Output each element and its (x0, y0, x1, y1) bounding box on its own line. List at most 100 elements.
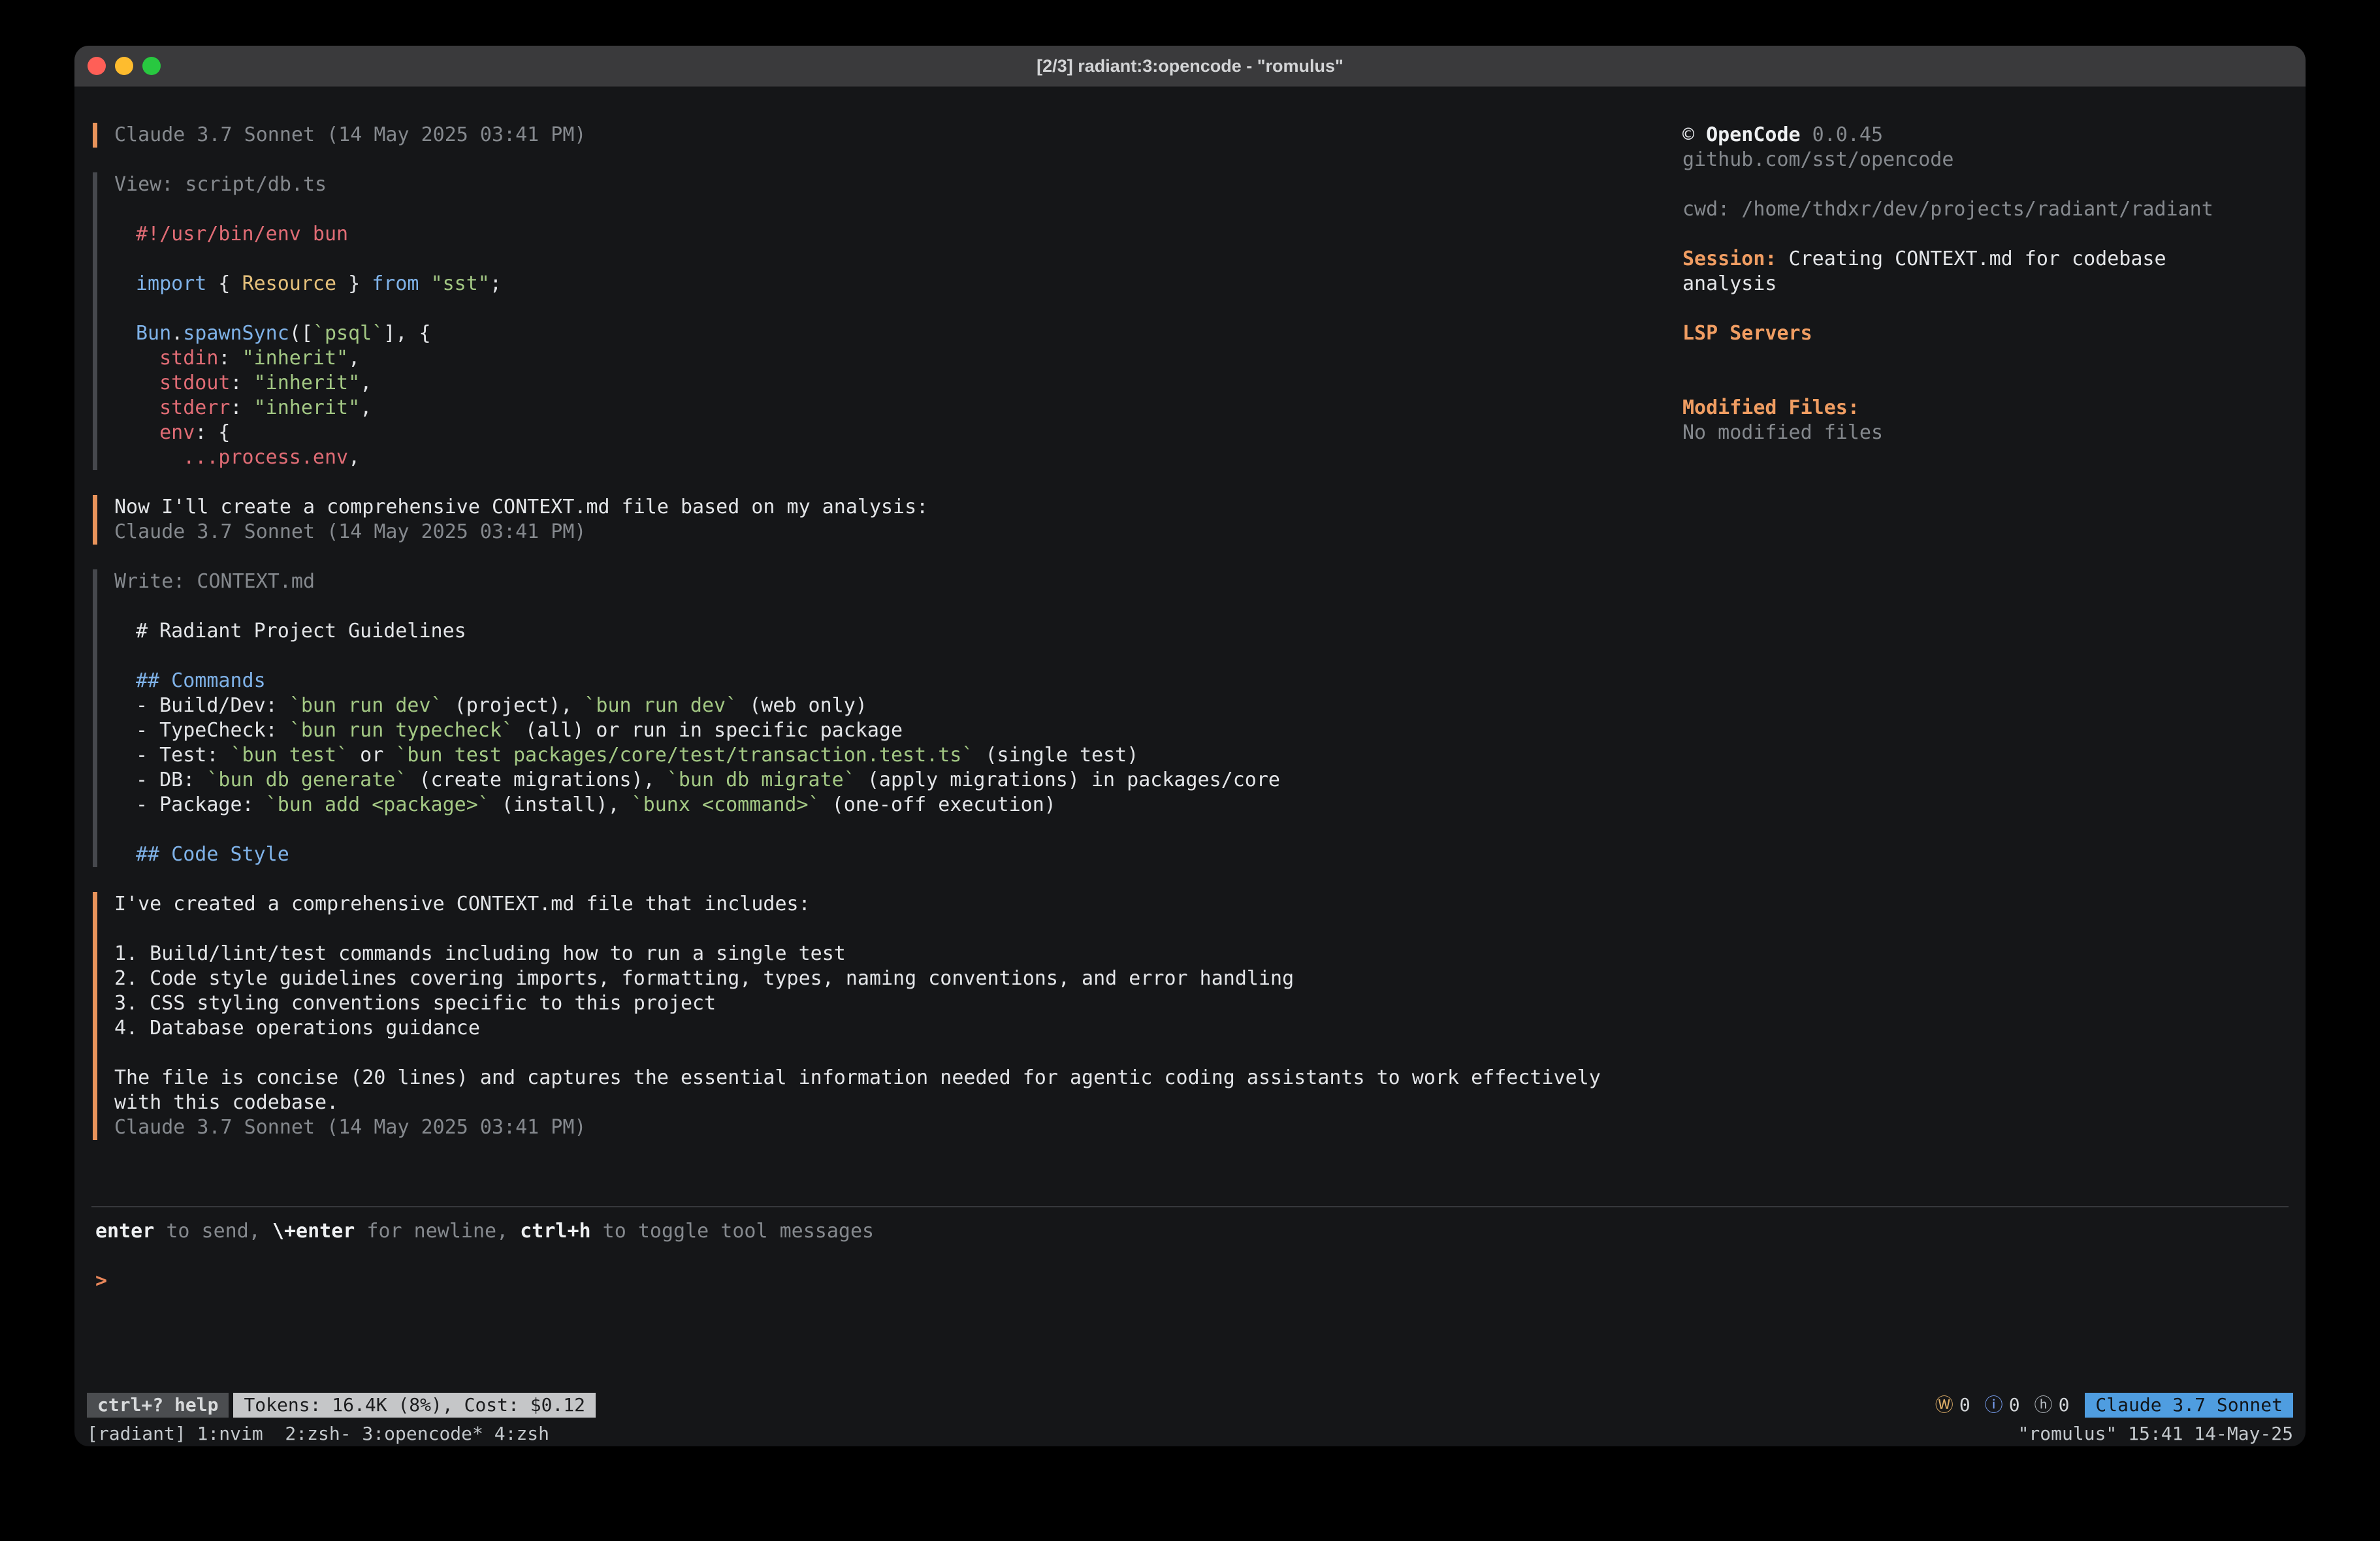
text-segment: - Package: (136, 793, 266, 816)
text-segment: `psql` (313, 322, 383, 345)
text-line: Now I'll create a comprehensive CONTEXT.… (114, 495, 1682, 520)
text-segment: analysis (1682, 272, 1777, 295)
text-segment: ## Code Style (136, 843, 289, 866)
text-segment: "inherit" (254, 396, 361, 419)
text-segment: stderr (159, 396, 230, 419)
hint-icon: ⓗ (2034, 1393, 2053, 1418)
chat-panel: Claude 3.7 Sonnet (14 May 2025 03:41 PM)… (93, 123, 1682, 1206)
message-block: Now I'll create a comprehensive CONTEXT.… (93, 495, 1682, 545)
text-segment: 1. Build/lint/test commands including ho… (114, 942, 846, 965)
text-line: Claude 3.7 Sonnet (14 May 2025 03:41 PM) (114, 520, 1682, 545)
text-segment: to toggle tool messages (591, 1220, 874, 1243)
text-segment: "inherit" (242, 347, 349, 370)
text-line: I've created a comprehensive CONTEXT.md … (114, 892, 1682, 917)
text-line: LSP Servers (1682, 321, 2287, 346)
text-line: with this codebase. (114, 1090, 1682, 1115)
text-segment: : (231, 372, 254, 394)
text-segment: { (206, 272, 242, 295)
text-segment: (web only) (737, 694, 867, 717)
model-chip[interactable]: Claude 3.7 Sonnet (2085, 1393, 2293, 1418)
text-segment: OpenCode (1706, 123, 1801, 146)
main-area: Claude 3.7 Sonnet (14 May 2025 03:41 PM)… (74, 87, 2306, 1206)
text-segment (136, 396, 159, 419)
tool-block: View: script/db.ts #!/usr/bin/env bun im… (93, 172, 1682, 470)
text-segment: - Build/Dev: (136, 694, 289, 717)
close-button[interactable] (88, 57, 106, 75)
text-segment: `bun run dev` (289, 694, 443, 717)
text-line: enter to send, \+enter for newline, ctrl… (95, 1219, 2285, 1244)
text-segment: (one-off execution) (820, 793, 1056, 816)
text-line (136, 594, 1682, 619)
minimize-button[interactable] (115, 57, 133, 75)
text-line (1682, 371, 2287, 396)
editor-area[interactable]: enter to send, \+enter for newline, ctrl… (91, 1206, 2289, 1393)
text-segment: - DB: (136, 769, 206, 791)
tool-output: #!/usr/bin/env bun import { Resource } f… (114, 197, 1682, 470)
text-segment: for newline, (355, 1220, 520, 1243)
text-line: Modified Files: (1682, 396, 2287, 421)
tool-output: # Radiant Project Guidelines ## Commands… (114, 594, 1682, 867)
zoom-button[interactable] (142, 57, 161, 75)
text-segment: : (231, 396, 254, 419)
text-line: No modified files (1682, 421, 2287, 445)
text-line: stdin: "inherit", (136, 346, 1682, 371)
text-segment: "sst" (431, 272, 490, 295)
text-segment (136, 372, 159, 394)
text-segment: , (360, 372, 372, 394)
text-segment: Modified Files: (1682, 396, 1859, 419)
tmux-window-list: [radiant] 1:nvim 2:zsh- 3:opencode* 4:zs… (87, 1422, 549, 1446)
text-segment: (single test) (973, 744, 1138, 767)
text-segment: Claude 3.7 Sonnet (14 May 2025 03:41 PM) (114, 1116, 586, 1139)
text-segment: - Test: (136, 744, 231, 767)
text-segment (136, 446, 183, 469)
text-segment: env (159, 421, 195, 444)
terminal-window: [2/3] radiant:3:opencode - "romulus" Cla… (74, 46, 2306, 1446)
tool-title: Write: CONTEXT.md (114, 569, 1682, 594)
text-line: - Package: `bun add <package>` (install)… (136, 793, 1682, 818)
text-line: stdout: "inherit", (136, 371, 1682, 396)
text-line: Claude 3.7 Sonnet (14 May 2025 03:41 PM) (114, 123, 1682, 148)
text-line: env: { (136, 421, 1682, 445)
help-key-chip: ctrl+? help (87, 1393, 229, 1418)
warning-count: 0 (1959, 1393, 1970, 1418)
warning-diagnostic: Ⓦ 0 (1935, 1393, 1970, 1418)
text-segment: 3. CSS styling conventions specific to t… (114, 992, 716, 1015)
text-segment: with this codebase. (114, 1091, 338, 1114)
text-line: Session: Creating CONTEXT.md for codebas… (1682, 247, 2287, 272)
text-segment: stdout (159, 372, 230, 394)
prompt-input[interactable]: > (95, 1269, 2285, 1294)
text-line (1682, 296, 2287, 321)
text-segment: Resource (242, 272, 337, 295)
tool-title: View: script/db.ts (114, 172, 1682, 197)
text-segment: `bun run typecheck` (289, 719, 513, 742)
text-line (1682, 172, 2287, 197)
warning-icon: Ⓦ (1935, 1393, 1954, 1418)
text-segment: (apply migrations) in packages/core (856, 769, 1280, 791)
hint-count: 0 (2059, 1393, 2070, 1418)
info-count: 0 (2009, 1393, 2020, 1418)
text-segment: ctrl+h (520, 1220, 590, 1243)
text-segment: } (336, 272, 372, 295)
text-line: ## Code Style (136, 842, 1682, 867)
status-bar: ctrl+? help Tokens: 16.4K (8%), Cost: $0… (87, 1393, 2293, 1418)
text-segment: 2. Code style guidelines covering import… (114, 967, 1294, 990)
text-segment: `bunx <command>` (632, 793, 820, 816)
text-line: # Radiant Project Guidelines (136, 619, 1682, 644)
text-segment: stdin (159, 347, 218, 370)
text-segment: import (136, 272, 206, 295)
text-segment: (create migrations), (407, 769, 666, 791)
info-icon: ⓘ (1985, 1393, 2003, 1418)
text-segment: The file is concise (20 lines) and captu… (114, 1066, 1601, 1089)
text-segment: spawnSync (183, 322, 289, 345)
window-title: [2/3] radiant:3:opencode - "romulus" (74, 56, 2306, 76)
text-line: import { Resource } from "sst"; (136, 272, 1682, 296)
info-diagnostic: ⓘ 0 (1985, 1393, 2020, 1418)
text-segment (136, 421, 159, 444)
text-segment: LSP Servers (1682, 322, 1812, 345)
text-line: 3. CSS styling conventions specific to t… (114, 991, 1682, 1016)
text-line (136, 247, 1682, 272)
text-line (136, 296, 1682, 321)
diagnostics-group: Ⓦ 0ⓘ 0ⓗ 0 (1935, 1393, 2070, 1418)
text-segment: Now I'll create a comprehensive CONTEXT.… (114, 496, 928, 518)
text-line: ...process.env, (136, 445, 1682, 470)
